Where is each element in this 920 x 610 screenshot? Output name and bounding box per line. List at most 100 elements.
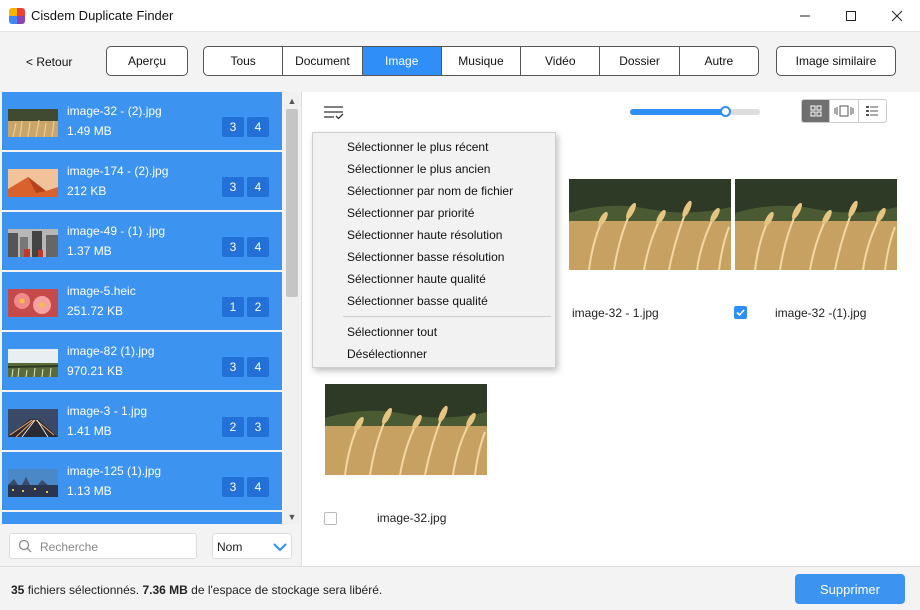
total-count-badge: 4 — [247, 357, 269, 377]
thumbnail-road — [8, 409, 58, 437]
list-view-icon — [866, 106, 879, 116]
list-item[interactable]: image-125 (1).jpg 1.13 MB 3 4 — [2, 452, 282, 510]
thumbnail-wheat — [8, 109, 58, 137]
image-thumbnail[interactable] — [325, 384, 487, 475]
duplicate-count-badge: 3 — [222, 177, 244, 197]
tab-image[interactable]: Image — [362, 47, 442, 75]
menu-item-select-oldest[interactable]: Sélectionner le plus ancien — [347, 162, 490, 176]
carousel-view-button[interactable] — [830, 100, 859, 122]
tab-folder[interactable]: Dossier — [600, 47, 680, 75]
list-item[interactable]: image-49 - (1) .jpg 1.37 MB 3 4 — [2, 212, 282, 270]
duplicate-count-badge: 3 — [222, 237, 244, 257]
list-item[interactable]: image-5.heic 251.72 KB 1 2 — [2, 272, 282, 330]
file-name: image-3 - 1.jpg — [67, 404, 148, 418]
image-checkbox[interactable] — [324, 512, 337, 525]
file-name: image-49 - (1) .jpg — [67, 224, 166, 238]
total-count-badge: 4 — [247, 237, 269, 257]
wheat-photo — [325, 384, 487, 475]
image-name: image-32 -(1).jpg — [775, 306, 867, 320]
tab-music[interactable]: Musique — [442, 47, 522, 75]
maximize-button[interactable] — [828, 0, 874, 31]
select-options-icon[interactable] — [323, 104, 345, 122]
image-name: image-32.jpg — [377, 511, 447, 525]
list-item[interactable]: image-3 - 1.jpg 1.41 MB 2 3 — [2, 392, 282, 450]
checkmark-icon — [736, 309, 745, 317]
total-count-badge: 3 — [247, 417, 269, 437]
menu-item-deselect[interactable]: Désélectionner — [347, 347, 427, 361]
menu-item-select-newest[interactable]: Sélectionner le plus récent — [347, 140, 488, 154]
selected-count: 35 — [11, 583, 25, 597]
preview-button[interactable]: Aperçu — [106, 46, 188, 76]
file-size: 1.13 MB — [67, 484, 112, 498]
scroll-up-icon[interactable]: ▲ — [284, 94, 300, 108]
menu-item-select-by-filename[interactable]: Sélectionner par nom de fichier — [347, 184, 513, 198]
list-item[interactable]: image-82 (1).jpg 970.21 KB 3 4 — [2, 332, 282, 390]
app-logo-icon — [9, 8, 25, 24]
minimize-button[interactable] — [782, 0, 828, 31]
list-item-partial[interactable] — [2, 512, 282, 524]
grid-view-button[interactable] — [802, 100, 831, 122]
search-box — [9, 533, 197, 559]
zoom-slider[interactable] — [630, 106, 760, 117]
sidebar: image-32 - (2).jpg 1.49 MB 3 4 image-174… — [0, 92, 302, 566]
zoom-slider-handle[interactable] — [719, 106, 731, 117]
window-title: Cisdem Duplicate Finder — [31, 8, 174, 23]
tab-document[interactable]: Document — [283, 47, 363, 75]
file-name: image-82 (1).jpg — [67, 344, 155, 358]
tab-other[interactable]: Autre — [680, 47, 758, 75]
select-options-menu: Sélectionner le plus récent Sélectionner… — [312, 132, 556, 368]
duplicate-count-badge: 1 — [222, 297, 244, 317]
search-input[interactable] — [40, 538, 190, 556]
file-size: 212 KB — [67, 184, 107, 198]
sidebar-scrollbar[interactable]: ▲ ▼ — [284, 92, 300, 524]
minimize-icon — [800, 15, 810, 16]
close-icon — [891, 10, 903, 21]
thumbnail-street — [8, 229, 58, 257]
image-thumbnail[interactable] — [735, 179, 897, 270]
toolbar: < Retour Aperçu Tous Document Image Musi… — [0, 31, 920, 92]
thumbnail-field — [8, 349, 58, 377]
file-name: image-5.heic — [67, 284, 136, 298]
wheat-photo — [569, 179, 731, 270]
file-type-tabs: Tous Document Image Musique Vidéo Dossie… — [203, 46, 759, 76]
menu-item-select-low-quality[interactable]: Sélectionner basse qualité — [347, 294, 488, 308]
sort-select[interactable]: Nom — [212, 533, 292, 559]
menu-item-select-high-quality[interactable]: Sélectionner haute qualité — [347, 272, 486, 286]
file-size: 1.37 MB — [67, 244, 112, 258]
file-size: 1.49 MB — [67, 124, 112, 138]
freed-size: 7.36 MB — [142, 583, 188, 597]
menu-item-select-high-resolution[interactable]: Sélectionner haute résolution — [347, 228, 502, 242]
search-icon — [18, 539, 32, 553]
back-button[interactable]: < Retour — [26, 55, 72, 69]
duplicate-count-badge: 2 — [222, 417, 244, 437]
total-count-badge: 4 — [247, 477, 269, 497]
menu-item-select-all[interactable]: Sélectionner tout — [347, 325, 437, 339]
image-thumbnail[interactable] — [569, 179, 731, 270]
tab-all[interactable]: Tous — [204, 47, 284, 75]
file-size: 251.72 KB — [67, 304, 124, 318]
menu-item-select-low-resolution[interactable]: Sélectionner basse résolution — [347, 250, 504, 264]
file-name: image-32 - (2).jpg — [67, 104, 162, 118]
duplicate-count-badge: 3 — [222, 357, 244, 377]
selected-count-label: fichiers sélectionnés. — [27, 583, 140, 597]
file-name: image-174 - (2).jpg — [67, 164, 169, 178]
delete-button[interactable]: Supprimer — [795, 574, 905, 604]
similar-image-button[interactable]: Image similaire — [776, 46, 896, 76]
list-item[interactable]: image-174 - (2).jpg 212 KB 3 4 — [2, 152, 282, 210]
image-checkbox[interactable] — [734, 306, 747, 319]
total-count-badge: 4 — [247, 177, 269, 197]
zoom-slider-fill — [630, 109, 725, 115]
scroll-down-icon[interactable]: ▼ — [284, 510, 300, 524]
sort-value: Nom — [217, 540, 243, 554]
list-view-button[interactable] — [859, 100, 886, 122]
list-item[interactable]: image-32 - (2).jpg 1.49 MB 3 4 — [2, 92, 282, 150]
title-bar: Cisdem Duplicate Finder — [0, 0, 920, 31]
thumbnail-flowers — [8, 289, 58, 317]
tab-video[interactable]: Vidéo — [521, 47, 601, 75]
close-button[interactable] — [874, 0, 920, 31]
total-count-badge: 2 — [247, 297, 269, 317]
menu-divider — [343, 316, 551, 317]
scrollbar-thumb[interactable] — [286, 109, 298, 297]
file-size: 1.41 MB — [67, 424, 112, 438]
menu-item-select-by-priority[interactable]: Sélectionner par priorité — [347, 206, 474, 220]
